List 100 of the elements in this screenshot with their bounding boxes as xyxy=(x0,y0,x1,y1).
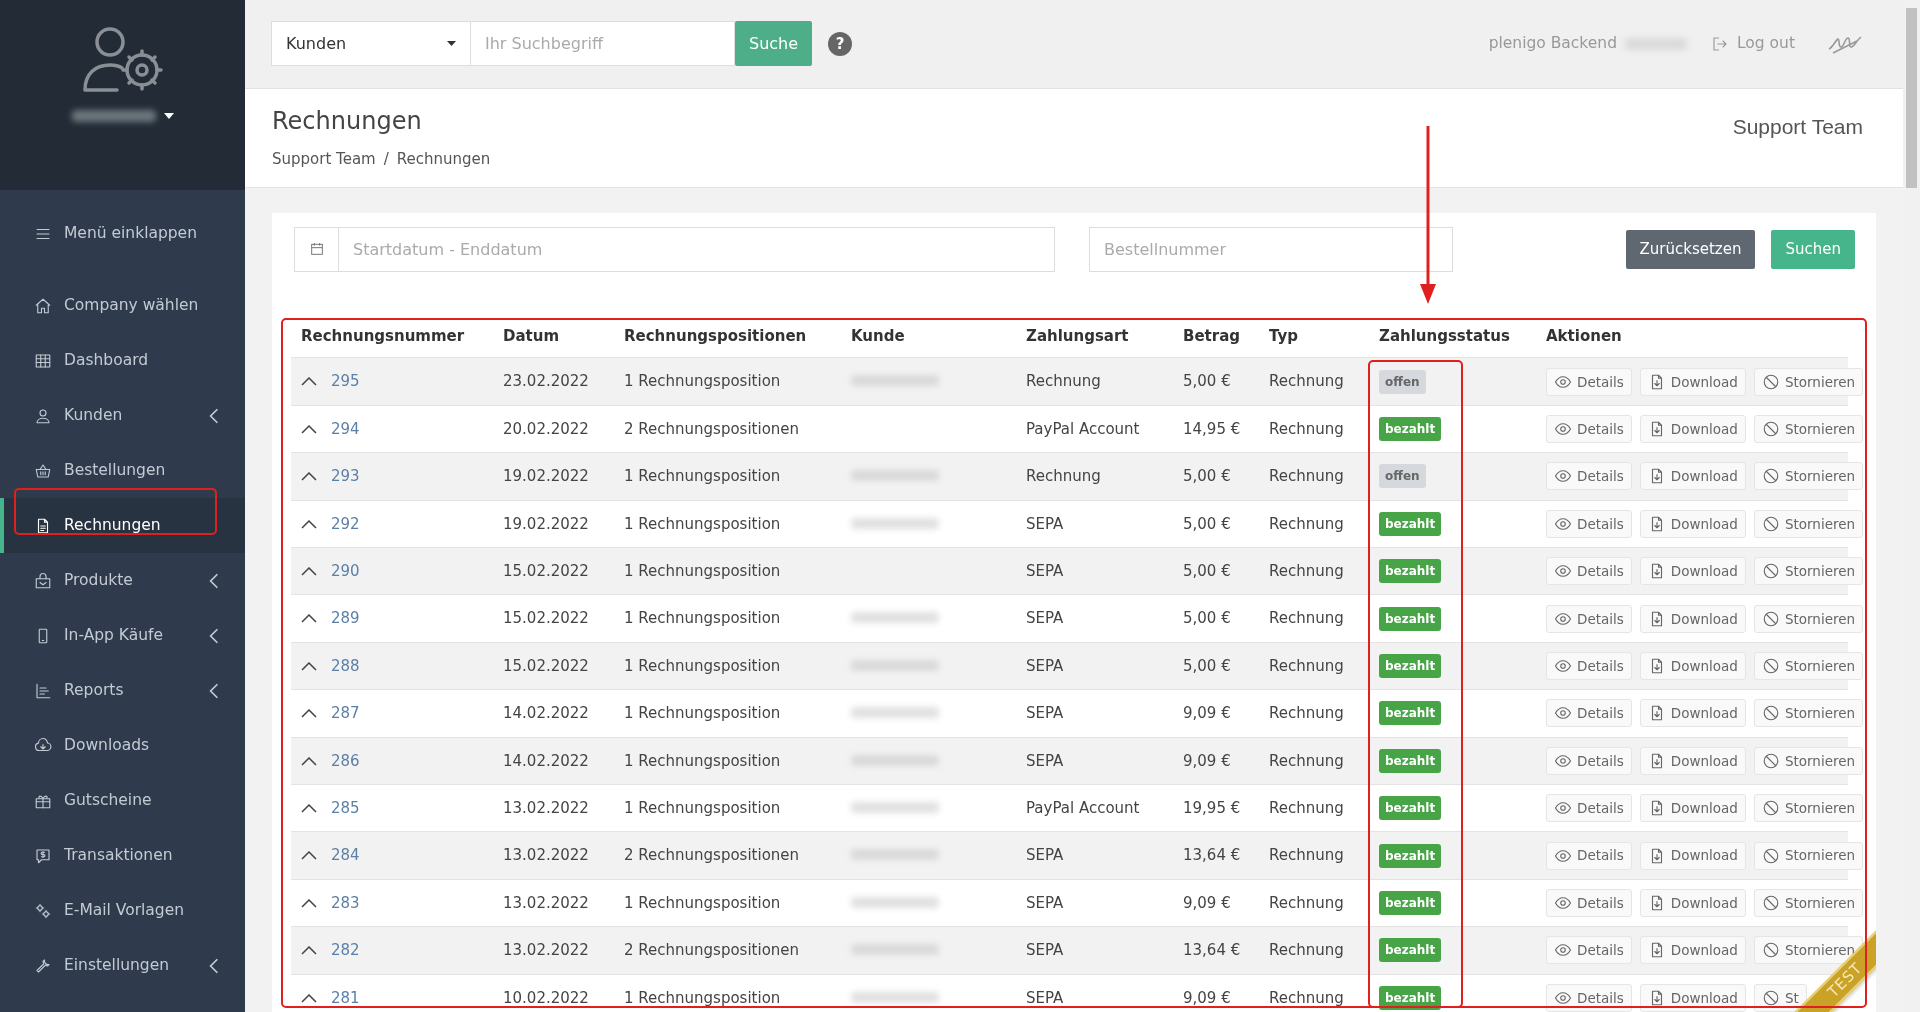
details-button[interactable]: Details xyxy=(1546,746,1632,775)
details-button[interactable]: Details xyxy=(1546,462,1632,491)
chevron-up-icon[interactable] xyxy=(301,472,317,482)
download-button[interactable]: Download xyxy=(1639,367,1746,396)
download-button[interactable]: Download xyxy=(1639,652,1746,680)
chevron-up-icon[interactable] xyxy=(301,756,317,766)
chevron-up-icon[interactable] xyxy=(301,851,317,861)
details-button[interactable]: Details xyxy=(1546,367,1632,396)
invoice-number-link[interactable]: 284 xyxy=(331,846,360,865)
download-button[interactable]: Download xyxy=(1639,462,1746,491)
invoice-number-link[interactable]: 294 xyxy=(331,419,360,438)
cancel-button[interactable]: Stornieren xyxy=(1753,746,1864,775)
download-button[interactable]: Download xyxy=(1639,557,1746,586)
invoice-number-link[interactable]: 289 xyxy=(331,609,360,628)
menu-toggle[interactable]: Menü einklappen xyxy=(0,206,245,261)
chevron-up-icon[interactable] xyxy=(301,377,317,387)
download-button[interactable]: Download xyxy=(1639,604,1746,633)
sidebar-item[interactable]: Bestellungen xyxy=(0,443,245,498)
invoice-number-link[interactable]: 283 xyxy=(331,893,360,912)
cancel-button[interactable]: Stornieren xyxy=(1753,415,1864,444)
invoice-number-link[interactable]: 295 xyxy=(331,372,360,391)
chevron-up-icon[interactable] xyxy=(301,946,317,956)
cancel-button[interactable]: Stornieren xyxy=(1753,509,1864,538)
details-button[interactable]: Details xyxy=(1546,936,1632,965)
cancel-button[interactable]: Stornieren xyxy=(1753,604,1864,633)
status-label: bezahlt xyxy=(1379,417,1442,442)
download-button[interactable]: Download xyxy=(1639,509,1746,538)
details-button[interactable]: Details xyxy=(1546,415,1632,444)
invoice-number-link[interactable]: 288 xyxy=(331,656,360,675)
scope-select[interactable]: Kunden xyxy=(271,21,471,67)
sidebar-item[interactable]: Einstellungen xyxy=(0,938,245,993)
status-label: bezahlt xyxy=(1379,890,1442,915)
sidebar-item[interactable]: Transaktionen xyxy=(0,828,245,883)
breadcrumb-link[interactable]: Support Team xyxy=(272,147,376,171)
search-field[interactable]: Ihr Suchbegriff xyxy=(471,21,735,67)
details-button[interactable]: Details xyxy=(1546,794,1632,823)
cancel-button[interactable]: Stornieren xyxy=(1753,699,1864,728)
sidebar-item[interactable]: Downloads xyxy=(0,718,245,773)
reset-button[interactable]: Zurücksetzen xyxy=(1625,229,1756,269)
invoice-number-link[interactable]: 290 xyxy=(331,561,360,580)
details-button[interactable]: Details xyxy=(1546,888,1632,917)
invoice-number-link[interactable]: 282 xyxy=(331,941,360,960)
download-button[interactable]: Download xyxy=(1639,746,1746,775)
table-cell: 1 Rechnungsposition xyxy=(614,642,841,690)
chevron-up-icon[interactable] xyxy=(301,424,317,434)
download-button[interactable]: Download xyxy=(1639,841,1746,870)
download-button[interactable]: Download xyxy=(1639,415,1746,444)
cancel-button[interactable]: Stornieren xyxy=(1753,462,1864,491)
table-cell: 14.02.2022 xyxy=(493,737,614,785)
invoice-number-link[interactable]: 292 xyxy=(331,514,360,533)
details-button[interactable]: Details xyxy=(1546,652,1632,680)
sidebar-item[interactable]: In-App Käufe xyxy=(0,608,245,663)
chevron-up-icon[interactable] xyxy=(301,519,317,529)
details-button[interactable]: Details xyxy=(1546,699,1632,728)
cancel-button[interactable]: Stornieren xyxy=(1753,652,1864,680)
caret-down-icon[interactable] xyxy=(163,113,174,119)
sidebar-item[interactable]: Gutscheine xyxy=(0,773,245,828)
status-label: bezahlt xyxy=(1379,511,1442,536)
details-button[interactable]: Details xyxy=(1546,509,1632,538)
chevron-up-icon[interactable] xyxy=(301,993,317,1003)
sidebar-item[interactable]: E-Mail Vorlagen xyxy=(0,883,245,938)
chevron-up-icon[interactable] xyxy=(301,709,317,719)
sidebar-item[interactable]: Kunden xyxy=(0,388,245,443)
download-button[interactable]: Download xyxy=(1639,794,1746,823)
download-button[interactable]: Download xyxy=(1639,699,1746,728)
download-button[interactable]: Download xyxy=(1639,888,1746,917)
cancel-icon xyxy=(1761,420,1780,439)
invoice-number-link[interactable]: 281 xyxy=(331,988,360,1007)
details-button[interactable]: Details xyxy=(1546,604,1632,633)
cancel-icon xyxy=(1761,989,1780,1007)
download-button[interactable]: Download xyxy=(1639,936,1746,965)
sidebar-item[interactable]: Rechnungen xyxy=(0,498,245,553)
help-icon[interactable]: ? xyxy=(828,31,853,56)
cancel-icon xyxy=(1761,372,1780,391)
table-cell: 5,00 € xyxy=(1173,642,1259,690)
invoice-number-link[interactable]: 286 xyxy=(331,751,360,770)
invoice-number-link[interactable]: 293 xyxy=(331,467,360,486)
cancel-button[interactable]: Stornieren xyxy=(1753,841,1864,870)
cancel-button[interactable]: Stornieren xyxy=(1753,367,1864,396)
download-button[interactable]: Download xyxy=(1639,984,1746,1012)
sidebar-item[interactable]: Company wählen xyxy=(0,278,245,333)
cancel-button[interactable]: Stornieren xyxy=(1753,557,1864,586)
cancel-button[interactable]: Stornieren xyxy=(1753,794,1864,823)
chevron-up-icon[interactable] xyxy=(301,898,317,908)
details-button[interactable]: Details xyxy=(1546,984,1632,1012)
chevron-up-icon[interactable] xyxy=(301,566,317,576)
sidebar-item[interactable]: Reports xyxy=(0,663,245,718)
sidebar-item[interactable]: Dashboard xyxy=(0,333,245,388)
cancel-button[interactable]: Stornieren xyxy=(1753,888,1864,917)
invoice-number-link[interactable]: 287 xyxy=(331,704,360,723)
chevron-up-icon[interactable] xyxy=(301,803,317,813)
chevron-up-icon[interactable] xyxy=(301,614,317,624)
chevron-up-icon[interactable] xyxy=(301,661,317,671)
details-button[interactable]: Details xyxy=(1546,557,1632,586)
sidebar-item[interactable]: Produkte xyxy=(0,553,245,608)
invoice-number-link[interactable]: 285 xyxy=(331,798,360,817)
cancel-button[interactable]: St xyxy=(1753,984,1807,1012)
date-range-field[interactable]: Startdatum - Enddatum xyxy=(338,226,1055,272)
order-number-field[interactable]: Bestellnummer xyxy=(1089,226,1453,272)
details-button[interactable]: Details xyxy=(1546,841,1632,870)
